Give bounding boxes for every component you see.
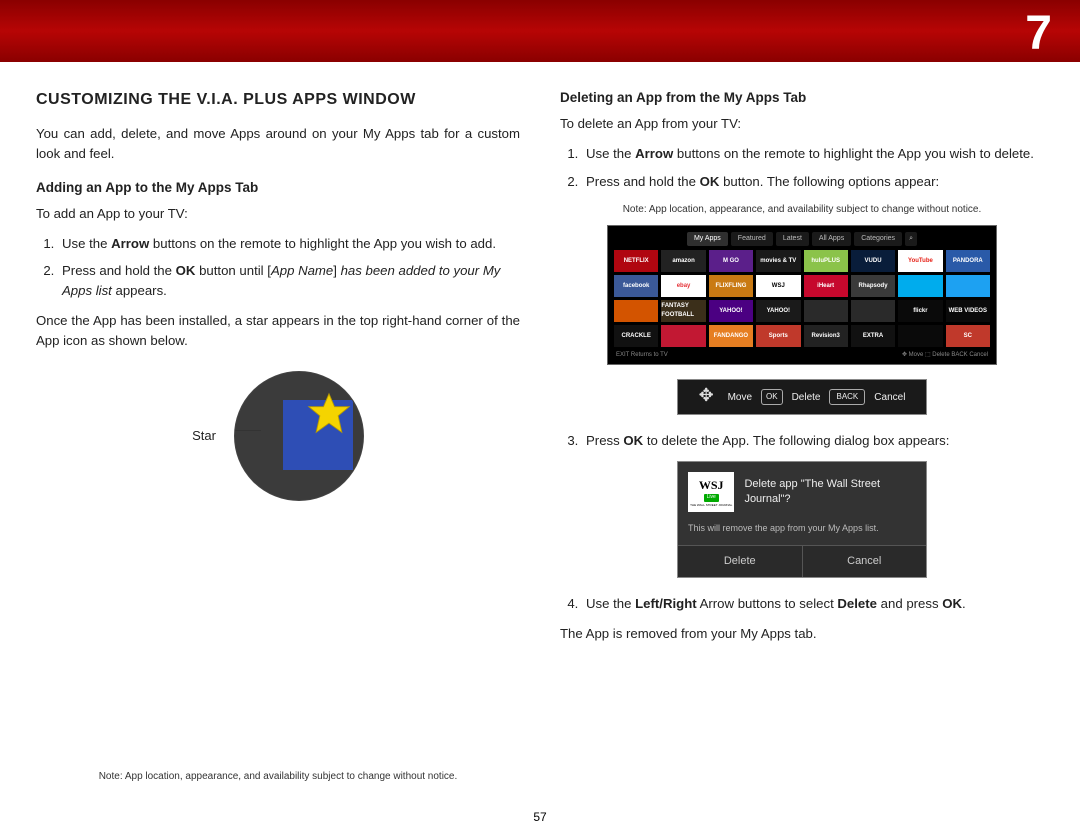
note-left: Note: App location, appearance, and avai… <box>36 769 520 784</box>
page-number: 57 <box>0 810 1080 824</box>
app-tile <box>661 325 705 347</box>
apps-tab: Latest <box>776 232 809 247</box>
app-tile <box>614 300 658 322</box>
chapter-number: 7 <box>1025 6 1052 61</box>
del-step-1: Use the Arrow buttons on the remote to h… <box>582 144 1044 164</box>
header-bar: 7 <box>0 0 1080 62</box>
del-step-4: Use the Left/Right Arrow buttons to sele… <box>582 594 1044 614</box>
apps-tab: All Apps <box>812 232 851 247</box>
section-title: CUSTOMIZING THE V.I.A. PLUS APPS WINDOW <box>36 88 520 112</box>
app-tile <box>898 275 942 297</box>
deleting-heading: Deleting an App from the My Apps Tab <box>560 88 1044 108</box>
dialog-delete-button: Delete <box>678 546 803 577</box>
star-label: Star <box>192 426 216 446</box>
app-tile: SC <box>946 325 990 347</box>
apps-tab: My Apps <box>687 232 728 247</box>
delete-dialog: WSJ Live THE WALL STREET JOURNAL Delete … <box>677 461 927 578</box>
app-tile: WSJ <box>756 275 800 297</box>
app-tile <box>946 275 990 297</box>
app-tile: Sports <box>756 325 800 347</box>
intro-text: You can add, delete, and move Apps aroun… <box>36 124 520 164</box>
app-tile: movies & TV <box>756 250 800 272</box>
app-tile: YAHOO! <box>756 300 800 322</box>
dialog-buttons: Delete Cancel <box>678 545 926 577</box>
apps-grid-screenshot: My AppsFeaturedLatestAll AppsCategories⌕… <box>607 225 997 366</box>
left-column: CUSTOMIZING THE V.I.A. PLUS APPS WINDOW … <box>36 88 520 792</box>
add-after: Once the App has been installed, a star … <box>36 311 520 351</box>
app-tile <box>804 300 848 322</box>
app-tile: Rhapsody <box>851 275 895 297</box>
back-key-icon: BACK <box>829 389 865 405</box>
app-tile: huluPLUS <box>804 250 848 272</box>
app-tile: FLIXFLING <box>709 275 753 297</box>
apps-tabs: My AppsFeaturedLatestAll AppsCategories⌕ <box>614 232 990 247</box>
app-tile: YouTube <box>898 250 942 272</box>
app-tile: PANDORA <box>946 250 990 272</box>
app-tile: FANTASY FOOTBALL <box>661 300 705 322</box>
app-tile <box>851 300 895 322</box>
apps-footer: EXIT Returns to TV ✥ Move ⬚ Delete BACK … <box>614 350 990 360</box>
app-tile <box>898 325 942 347</box>
app-tile: M GO <box>709 250 753 272</box>
app-tile: Revision3 <box>804 325 848 347</box>
ok-key-icon: OK <box>761 389 783 405</box>
app-tile: WEB VIDEOS <box>946 300 990 322</box>
arrows-icon <box>699 387 719 407</box>
adding-heading: Adding an App to the My Apps Tab <box>36 178 520 198</box>
add-step-2: Press and hold the OK button until [App … <box>58 261 520 301</box>
add-step-1: Use the Arrow buttons on the remote to h… <box>58 234 520 254</box>
star-figure: Star <box>36 371 520 501</box>
deleting-steps-3: Use the Left/Right Arrow buttons to sele… <box>560 594 1044 614</box>
app-tile: NETFLIX <box>614 250 658 272</box>
deleting-steps-1: Use the Arrow buttons on the remote to h… <box>560 144 1044 192</box>
note-right-top: Note: App location, appearance, and avai… <box>560 202 1044 217</box>
right-column: Deleting an App from the My Apps Tab To … <box>560 88 1044 792</box>
app-tile: CRACKLE <box>614 325 658 347</box>
apps-rows: NETFLIXamazonM GOmovies & TVhuluPLUSVUDU… <box>614 250 990 347</box>
star-screenshot-circle <box>234 371 364 501</box>
star-icon <box>307 392 351 436</box>
wsj-tile: WSJ Live THE WALL STREET JOURNAL <box>688 472 734 512</box>
controls-strip: Move OK Delete BACK Cancel <box>677 379 927 415</box>
app-tile: FANDANGO <box>709 325 753 347</box>
app-tile: YAHOO! <box>709 300 753 322</box>
apps-tab: Featured <box>731 232 773 247</box>
app-tile: VUDU <box>851 250 895 272</box>
search-icon: ⌕ <box>905 232 917 247</box>
dialog-question: Delete app "The Wall Street Journal"? <box>744 477 916 508</box>
app-tile: iHeart <box>804 275 848 297</box>
app-tile: ebay <box>661 275 705 297</box>
app-tile: amazon <box>661 250 705 272</box>
adding-intro: To add an App to your TV: <box>36 204 520 224</box>
page-body: CUSTOMIZING THE V.I.A. PLUS APPS WINDOW … <box>0 62 1080 834</box>
app-tile: EXTRA <box>851 325 895 347</box>
adding-steps: Use the Arrow buttons on the remote to h… <box>36 234 520 301</box>
app-tile: flickr <box>898 300 942 322</box>
dialog-message: This will remove the app from your My Ap… <box>678 522 926 546</box>
del-step-2: Press and hold the OK button. The follow… <box>582 172 1044 192</box>
deleting-steps-2: Press OK to delete the App. The followin… <box>560 431 1044 451</box>
del-step-3: Press OK to delete the App. The followin… <box>582 431 1044 451</box>
app-tile: facebook <box>614 275 658 297</box>
deleting-intro: To delete an App from your TV: <box>560 114 1044 134</box>
apps-tab: Categories <box>854 232 902 247</box>
del-after: The App is removed from your My Apps tab… <box>560 624 1044 644</box>
dialog-cancel-button: Cancel <box>803 546 927 577</box>
